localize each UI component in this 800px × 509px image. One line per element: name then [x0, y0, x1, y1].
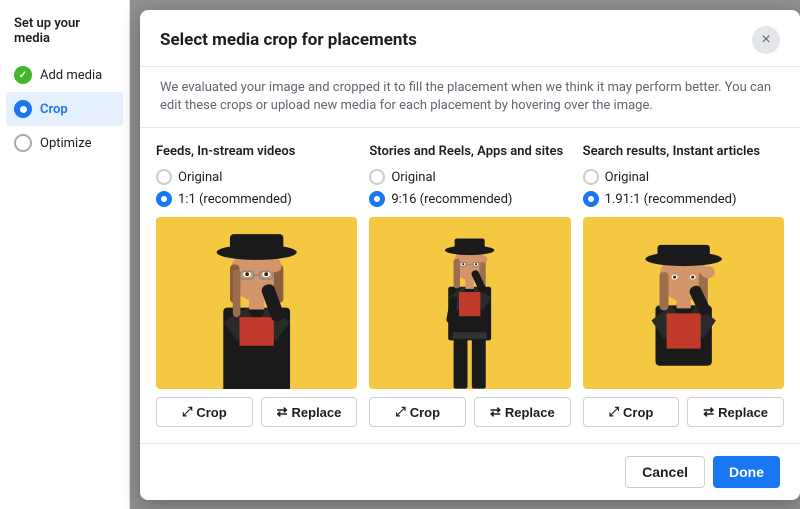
action-buttons-feeds: ⤢ Crop ⇄ Replace	[156, 397, 357, 427]
radio-recommended-feeds[interactable]: 1:1 (recommended)	[156, 191, 357, 207]
sidebar: Set up your media Add media Crop Optimiz…	[0, 0, 130, 509]
radio-group-stories: Original 9:16 (recommended)	[369, 169, 570, 207]
radio-group-search: Original 1.91:1 (recommended)	[583, 169, 784, 207]
crop-button-feeds[interactable]: ⤢ Crop	[156, 397, 253, 427]
cancel-button[interactable]: Cancel	[625, 456, 705, 488]
radio-circle-original-feeds	[156, 169, 172, 185]
modal: Select media crop for placements × We ev…	[140, 10, 800, 500]
image-feeds	[156, 217, 357, 389]
placement-column-feeds: Feeds, In-stream videos Original 1:1 (re…	[156, 144, 363, 427]
sidebar-item-add-media[interactable]: Add media	[0, 58, 129, 92]
sidebar-item-optimize[interactable]: Optimize	[0, 126, 129, 160]
sidebar-title: Set up your media	[0, 16, 129, 58]
crop-button-search[interactable]: ⤢ Crop	[583, 397, 680, 427]
modal-header: Select media crop for placements ×	[140, 10, 800, 67]
replace-button-stories[interactable]: ⇄ Replace	[474, 397, 571, 427]
replace-button-search[interactable]: ⇄ Replace	[687, 397, 784, 427]
crop-icon: ⤢	[609, 404, 619, 420]
sidebar-item-label: Add media	[40, 68, 102, 83]
modal-footer: Cancel Done	[140, 443, 800, 500]
placement-column-search: Search results, Instant articles Origina…	[577, 144, 784, 427]
radio-label: Original	[605, 170, 649, 185]
crop-label: Crop	[623, 405, 653, 420]
close-button[interactable]: ×	[752, 26, 780, 54]
column-title-search: Search results, Instant articles	[583, 144, 784, 159]
active-icon	[14, 100, 32, 118]
radio-circle-original-search	[583, 169, 599, 185]
replace-icon: ⇄	[703, 404, 714, 420]
crop-button-stories[interactable]: ⤢ Crop	[369, 397, 466, 427]
image-search	[583, 217, 784, 389]
modal-title: Select media crop for placements	[160, 30, 417, 50]
modal-overlay: Select media crop for placements × We ev…	[130, 0, 800, 509]
modal-body: Feeds, In-stream videos Original 1:1 (re…	[140, 128, 800, 443]
replace-label: Replace	[505, 405, 555, 420]
radio-label: 1.91:1 (recommended)	[605, 192, 737, 207]
radio-recommended-stories[interactable]: 9:16 (recommended)	[369, 191, 570, 207]
radio-circle-recommended-feeds	[156, 191, 172, 207]
crop-label: Crop	[196, 405, 226, 420]
sidebar-item-label: Optimize	[40, 136, 91, 151]
replace-icon: ⇄	[277, 404, 288, 420]
radio-circle-recommended-stories	[369, 191, 385, 207]
radio-original-stories[interactable]: Original	[369, 169, 570, 185]
radio-label: Original	[178, 170, 222, 185]
image-stories	[369, 217, 570, 389]
radio-group-feeds: Original 1:1 (recommended)	[156, 169, 357, 207]
replace-label: Replace	[718, 405, 768, 420]
replace-label: Replace	[292, 405, 342, 420]
circle-icon	[14, 134, 32, 152]
action-buttons-stories: ⤢ Crop ⇄ Replace	[369, 397, 570, 427]
column-title-stories: Stories and Reels, Apps and sites	[369, 144, 570, 159]
radio-label: Original	[391, 170, 435, 185]
radio-original-feeds[interactable]: Original	[156, 169, 357, 185]
sidebar-item-crop[interactable]: Crop	[6, 92, 123, 126]
sidebar-item-label: Crop	[40, 102, 68, 117]
radio-label: 9:16 (recommended)	[391, 192, 512, 207]
column-title-feeds: Feeds, In-stream videos	[156, 144, 357, 159]
modal-description: We evaluated your image and cropped it t…	[140, 67, 800, 128]
replace-button-feeds[interactable]: ⇄ Replace	[261, 397, 358, 427]
replace-icon: ⇄	[490, 404, 501, 420]
radio-label: 1:1 (recommended)	[178, 192, 292, 207]
action-buttons-search: ⤢ Crop ⇄ Replace	[583, 397, 784, 427]
radio-circle-recommended-search	[583, 191, 599, 207]
radio-circle-original-stories	[369, 169, 385, 185]
image-placeholder-stories	[369, 217, 570, 389]
image-placeholder-search	[583, 217, 784, 389]
crop-icon: ⤢	[182, 404, 192, 420]
crop-label: Crop	[410, 405, 440, 420]
placement-column-stories: Stories and Reels, Apps and sites Origin…	[363, 144, 576, 427]
check-icon	[14, 66, 32, 84]
radio-recommended-search[interactable]: 1.91:1 (recommended)	[583, 191, 784, 207]
done-button[interactable]: Done	[713, 456, 780, 488]
radio-original-search[interactable]: Original	[583, 169, 784, 185]
crop-icon: ⤢	[395, 404, 405, 420]
image-placeholder-feeds	[156, 217, 357, 389]
